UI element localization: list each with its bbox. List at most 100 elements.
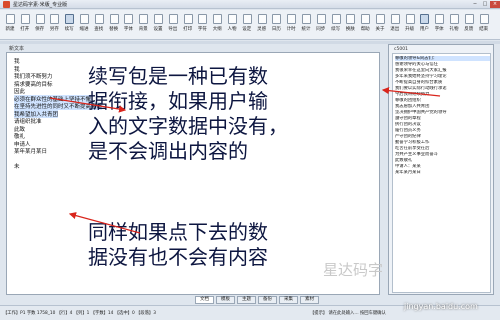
list-item[interactable]: 我们要以实际行动践行承诺	[395, 86, 490, 91]
status-info: 【工作】P1 字数 1758_10 【行】4 【列】1 【字数】14 【选中】0…	[3, 311, 156, 316]
minimize-button[interactable]: ─	[470, 1, 480, 8]
toolbar-button-label: 退出	[390, 27, 400, 32]
side-panel: c5001 尊敬的领导&同志们： 感谢领导的关心与信任 我很荣幸在这里向大家汇报 多年…	[388, 44, 494, 295]
list-item[interactable]: 执行团的决议	[395, 122, 490, 127]
toolbar-button[interactable]: 计时	[285, 13, 297, 38]
annotation-text-1: 续写包是一种已有数 据衔接，如果用户输 入的文字数据中没有， 是不会调出内容的	[88, 64, 373, 164]
site-watermark: jingyan.baidu.com	[404, 302, 478, 311]
toolbar-button[interactable]: 设置	[152, 13, 164, 38]
toolbar-icon	[331, 14, 341, 24]
toolbar-button-label: 替换	[109, 27, 119, 32]
toolbar-button-label: 字体	[123, 27, 133, 32]
toolbar-button[interactable]: 保存	[34, 13, 46, 38]
toolbar-icon	[35, 14, 45, 24]
list-item[interactable]: 尊敬的团组织	[395, 98, 490, 103]
list-item[interactable]: 遵守团的章程	[395, 116, 490, 121]
app-icon	[3, 1, 10, 8]
toolbar-icon	[109, 14, 119, 24]
toolbar-button-label: 字符	[197, 27, 207, 32]
toolbar-button[interactable]: 字体	[433, 13, 445, 38]
toolbar-icon	[20, 14, 30, 24]
list-item[interactable]: 某年某月某日	[395, 170, 490, 175]
tab[interactable]: 采集	[279, 296, 298, 304]
list-item[interactable]: 严守团的纪律	[395, 134, 490, 139]
tab[interactable]: 文档	[195, 296, 214, 304]
toolbar-button[interactable]: 背景	[137, 13, 149, 38]
toolbar-button[interactable]: 导出	[167, 13, 179, 38]
toolbar-button[interactable]: 退出	[389, 13, 401, 38]
toolbar-button[interactable]: 灵感	[256, 13, 268, 38]
toolbar-button[interactable]: 日历	[270, 13, 282, 38]
toolbar-button[interactable]: 用户	[418, 13, 430, 38]
window-title: 星达码字素·米版_专业版	[13, 2, 68, 8]
list-item[interactable]: 今后我将继续努力	[395, 92, 490, 97]
main-toolbar: 新建 打开 保存 另存 续写 缩进 查找 替换 字体 背景 设置 导出 打印 字符 大纲 人物 设定 灵感 日历 计时…	[0, 10, 500, 40]
toolbar-icon	[405, 14, 415, 24]
annotation-line: 续写包是一种已有数	[88, 64, 268, 88]
toolbar-button-label: 另存	[49, 27, 59, 32]
list-item[interactable]: 我志愿加入共青团	[395, 104, 490, 109]
tab[interactable]: 素材	[300, 296, 319, 304]
toolbar-button-label: 打开	[20, 27, 30, 32]
tab[interactable]: 主题	[237, 296, 256, 304]
toolbar-button-label: 背景	[138, 27, 148, 32]
toolbar-button[interactable]: 礼物	[448, 13, 460, 38]
toolbar-button-label: 打印	[183, 27, 193, 32]
toolbar-button[interactable]: 缩进	[78, 13, 90, 38]
tab[interactable]: 模板	[216, 296, 235, 304]
toolbar-button[interactable]: 字符	[196, 13, 208, 38]
toolbar-icon	[94, 14, 104, 24]
list-item[interactable]: 尊敬的领导&同志们：	[395, 56, 490, 61]
toolbar-icon	[124, 14, 134, 24]
annotation-line: 同样如果点下去的数	[88, 220, 268, 244]
list-item[interactable]: 多年来我始终坚持学习理论	[395, 74, 490, 79]
maximize-button[interactable]: □	[480, 1, 490, 8]
toolbar-icon	[139, 14, 149, 24]
toolbar-button[interactable]: 另存	[48, 13, 60, 38]
toolbar-button-label: 结束	[479, 27, 489, 32]
toolbar-button[interactable]: 升级	[404, 13, 416, 38]
toolbar-button[interactable]: 反馈	[463, 13, 475, 38]
toolbar-icon	[65, 14, 75, 24]
list-item[interactable]: 履行团员义务	[395, 128, 490, 133]
toolbar-button[interactable]: 替换	[108, 13, 120, 38]
toolbar-button[interactable]: 帮助	[359, 13, 371, 38]
list-item[interactable]: 勤奋学习积极工作	[395, 140, 490, 145]
toolbar-button[interactable]: 续写	[330, 13, 342, 38]
annotation-line: 是不会调出内容的	[88, 139, 248, 163]
toolbar-icon	[435, 14, 445, 24]
toolbar-button-label: 保存	[35, 27, 45, 32]
toolbar-button[interactable]: 统计	[300, 13, 312, 38]
toolbar-button[interactable]: 大纲	[211, 13, 223, 38]
list-item[interactable]: 吃苦在前享受在后	[395, 146, 490, 151]
list-item[interactable]: 不断提高自身的综合素质	[395, 80, 490, 85]
list-item[interactable]: 申请人：某某	[395, 164, 490, 169]
toolbar-button[interactable]: 续写	[63, 13, 75, 38]
list-item[interactable]: 坚决拥护中国共产党的领导	[395, 110, 490, 115]
toolbar-button-label: 统计	[301, 27, 311, 32]
editor-line: 某年某月某日	[14, 149, 48, 155]
toolbar-icon	[168, 14, 178, 24]
list-item[interactable]: 感谢领导的关心与信任	[395, 62, 490, 67]
list-item[interactable]: 我很荣幸在这里向大家汇报	[395, 68, 490, 73]
toolbar-button[interactable]: 字体	[122, 13, 134, 38]
toolbar-button[interactable]: 换肤	[344, 13, 356, 38]
close-button[interactable]: ×	[490, 1, 500, 8]
continuation-list[interactable]: 尊敬的领导&同志们： 感谢领导的关心与信任 我很荣幸在这里向大家汇报 多年来我始终坚持…	[392, 53, 491, 293]
toolbar-button[interactable]: 设定	[241, 13, 253, 38]
toolbar-button[interactable]: 打印	[182, 13, 194, 38]
toolbar-button[interactable]: 打开	[19, 13, 31, 38]
toolbar-icon	[376, 14, 385, 24]
toolbar-button[interactable]: 人物	[226, 13, 238, 38]
list-item[interactable]: 此致敬礼	[395, 158, 490, 163]
list-item[interactable]: 为共产主义事业而奋斗	[395, 152, 490, 157]
toolbar-button[interactable]: 新建	[4, 13, 16, 38]
bottom-tabs: 文档 模板 主题 备份 采集 素材	[195, 296, 345, 304]
toolbar-button[interactable]: 同步	[315, 13, 327, 38]
tab[interactable]: 备份	[258, 296, 277, 304]
toolbar-button[interactable]: 结束	[478, 13, 490, 38]
toolbar-button[interactable]: 关于	[374, 13, 386, 38]
toolbar-icon	[361, 14, 371, 24]
toolbar-icon	[346, 14, 356, 24]
toolbar-button[interactable]: 查找	[93, 13, 105, 38]
